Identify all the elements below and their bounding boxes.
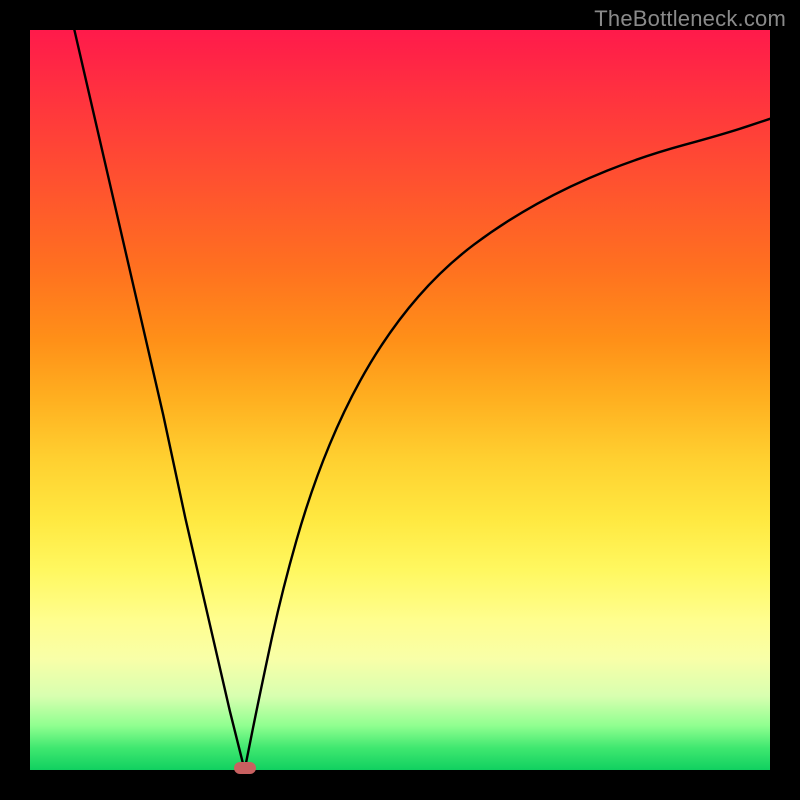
min-marker xyxy=(234,762,256,774)
bottleneck-curve xyxy=(30,30,770,770)
watermark-text: TheBottleneck.com xyxy=(594,6,786,32)
